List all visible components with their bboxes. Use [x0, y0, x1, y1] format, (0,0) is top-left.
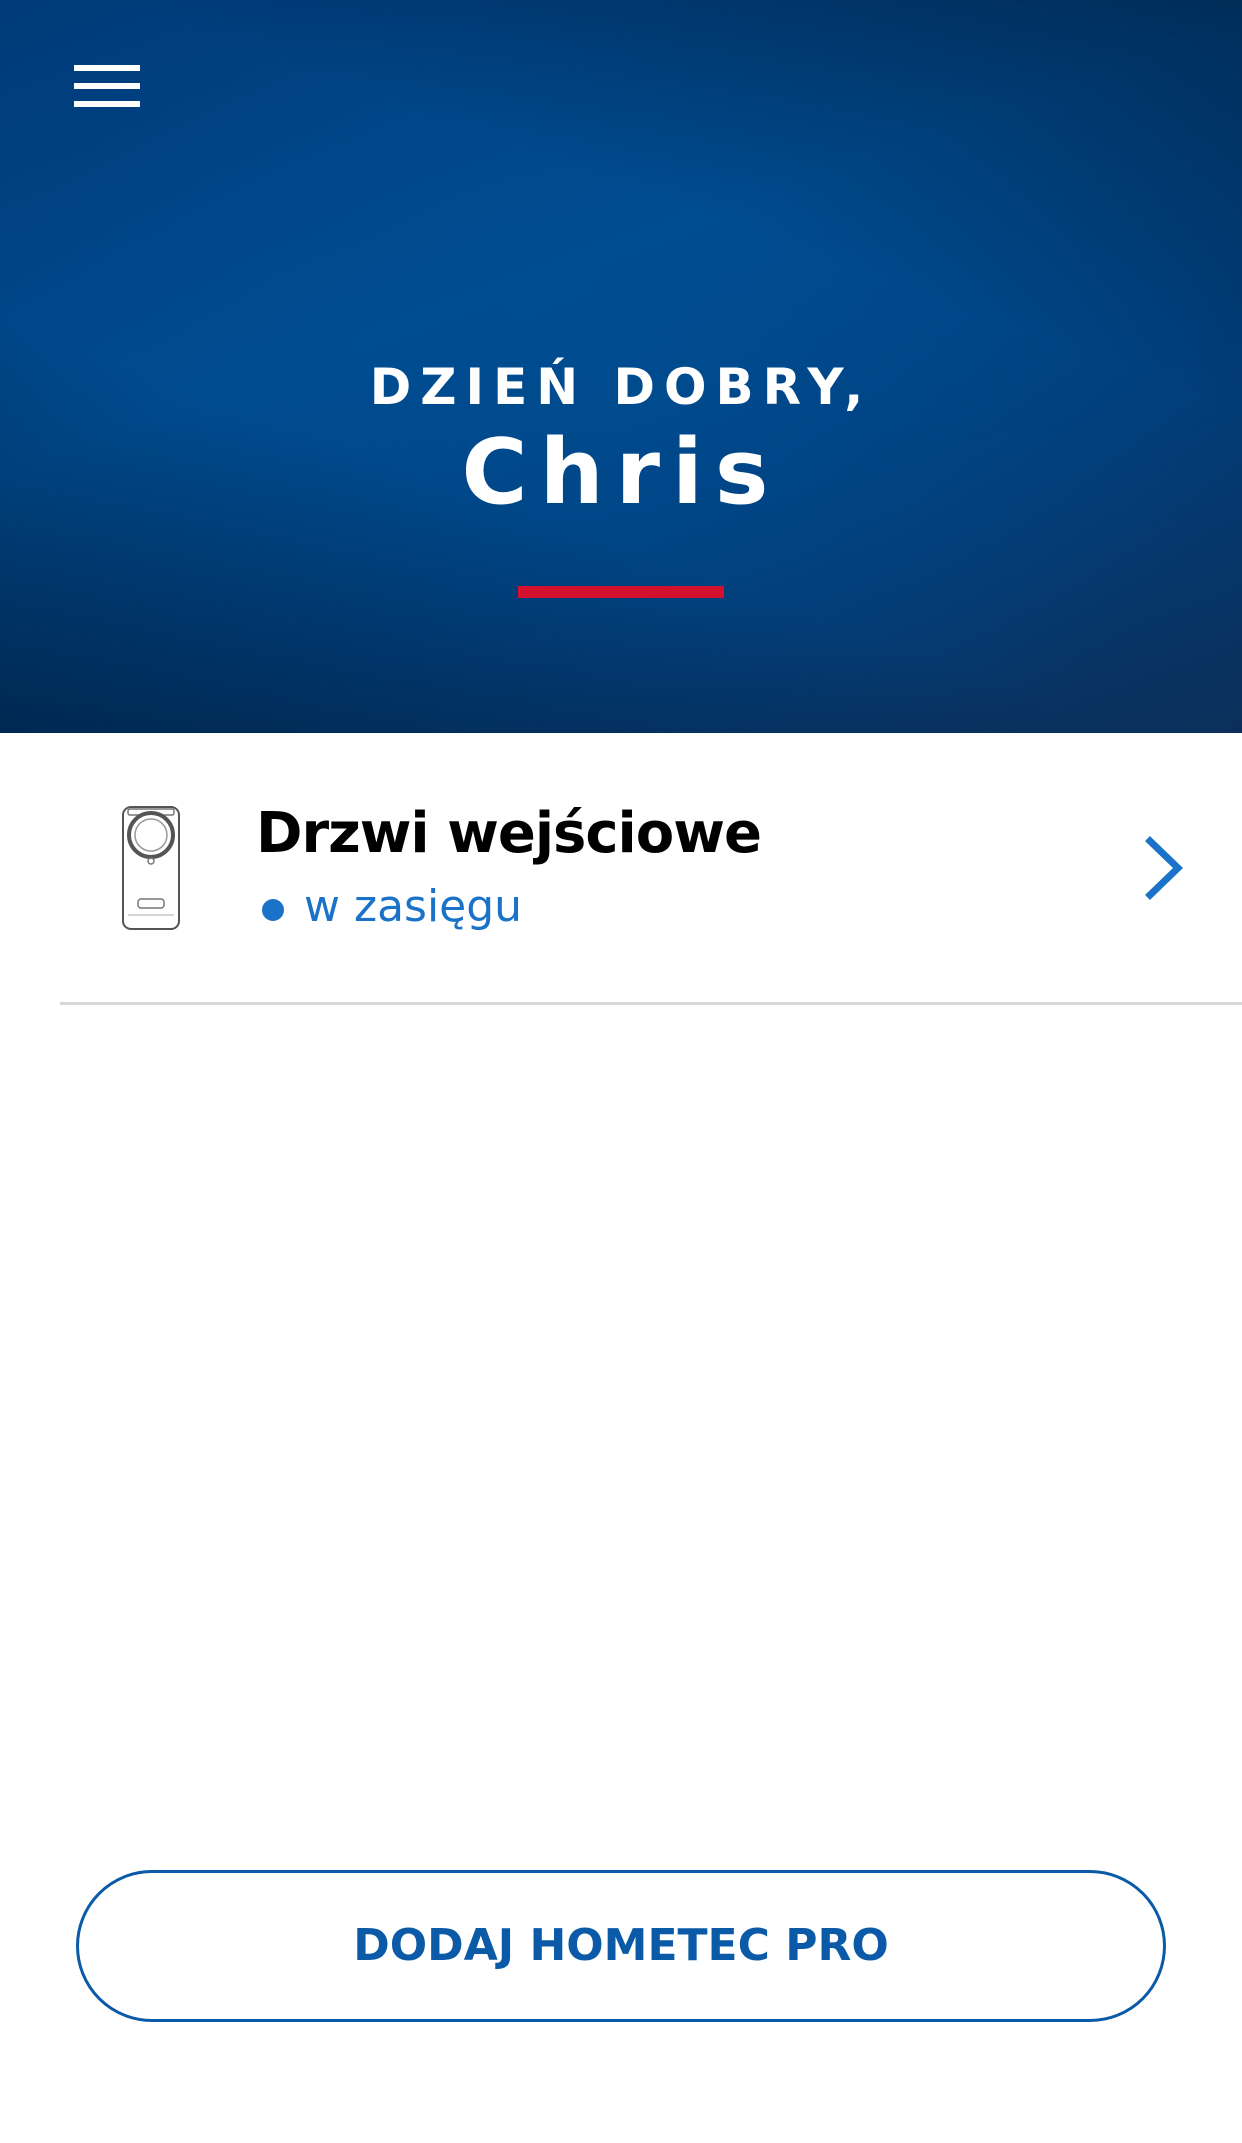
hamburger-menu-icon[interactable]	[62, 52, 152, 122]
header-hero: DZIEŃ DOBRY, Chris	[0, 0, 1242, 733]
device-list-item[interactable]: Drzwi wejściowe w zasięgu	[0, 733, 1242, 1003]
device-status: w zasięgu	[304, 881, 523, 932]
accent-divider	[518, 586, 724, 598]
status-dot-icon	[262, 899, 284, 921]
device-name: Drzwi wejściowe	[256, 801, 762, 866]
chevron-right-icon[interactable]	[1140, 835, 1190, 901]
add-hometec-pro-button[interactable]: DODAJ HOMETEC PRO	[76, 1870, 1166, 2022]
list-divider	[60, 1002, 1242, 1005]
username-text: Chris	[461, 420, 781, 525]
door-lock-device-icon	[122, 806, 180, 930]
greeting-text: DZIEŃ DOBRY,	[369, 358, 873, 416]
